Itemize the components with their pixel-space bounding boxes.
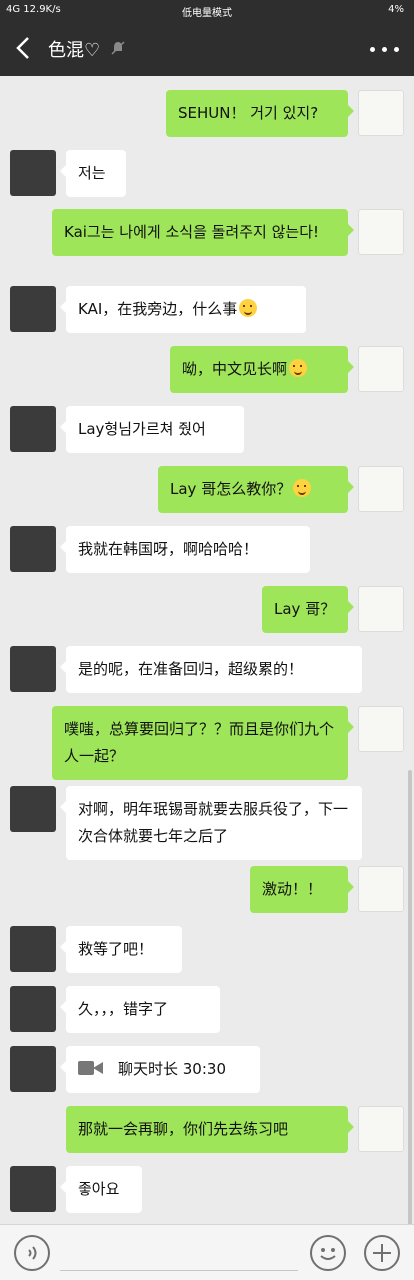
message-text: Lay 哥怎么教你？ <box>170 480 292 498</box>
message-bubble: 呦，中文见长啊 <box>170 346 354 393</box>
contact-avatar[interactable] <box>10 786 56 832</box>
contact-avatar[interactable] <box>10 150 56 196</box>
voice-input-button[interactable] <box>14 1235 50 1271</box>
video-camera-icon <box>78 1060 104 1076</box>
input-bar <box>0 1224 414 1280</box>
message-bubble: 救等了吧！ <box>60 926 182 973</box>
my-avatar[interactable] <box>358 586 404 632</box>
message-bubble: 저는 <box>60 150 126 197</box>
scrollbar[interactable] <box>408 770 412 1280</box>
chat-title: 色混♡ <box>48 40 101 61</box>
status-bar: 4G 12.9K/s 低电量模式 4% <box>0 0 414 20</box>
message-bubble: 激动！！ <box>250 866 354 913</box>
message-bubble: 是的呢，在准备回归，超级累的！ <box>60 646 362 693</box>
video-call-record[interactable]: 聊天时长 30:30 <box>60 1046 260 1093</box>
contact-avatar[interactable] <box>10 526 56 572</box>
message-text: KAI，在我旁边，什么事 <box>78 300 238 318</box>
message-bubble: 久，，，错字了 <box>60 986 220 1033</box>
message-bubble: SEHUN！ 거기 있지? <box>166 90 354 137</box>
message-bubble: Lay형님가르쳐 줬어 <box>60 406 244 453</box>
contact-avatar[interactable] <box>10 406 56 452</box>
contact-avatar[interactable] <box>10 1166 56 1212</box>
my-avatar[interactable] <box>358 1106 404 1152</box>
message-bubble: Lay 哥怎么教你？ <box>158 466 354 513</box>
my-avatar[interactable] <box>358 90 404 136</box>
battery-level: 4% <box>388 4 404 15</box>
contact-avatar[interactable] <box>10 1046 56 1092</box>
smiley-face-icon <box>320 1248 336 1260</box>
back-arrow-icon[interactable] <box>12 34 36 62</box>
voice-icon <box>28 1246 37 1260</box>
my-avatar[interactable] <box>358 346 404 392</box>
smile-emoji-icon <box>239 299 258 317</box>
chat-header: 色混♡ <box>0 20 414 76</box>
message-bubble: KAI，在我旁边，什么事 <box>60 286 306 333</box>
power-mode-label: 低电量模式 <box>182 8 232 19</box>
message-bubble: 噗嗤，总算要回归了？？而且是你们九个人一起？ <box>52 706 354 780</box>
message-bubble: Kai그는 나에게 소식을 돌려주지 않는다! <box>52 209 354 256</box>
contact-avatar[interactable] <box>10 286 56 332</box>
plus-icon <box>373 1244 391 1262</box>
contact-avatar[interactable] <box>10 926 56 972</box>
message-bubble: 我就在韩国呀，啊哈哈哈！ <box>60 526 310 573</box>
more-options-icon[interactable] <box>370 47 400 53</box>
message-bubble: Lay 哥？ <box>262 586 354 633</box>
my-avatar[interactable] <box>358 706 404 752</box>
contact-avatar[interactable] <box>10 646 56 692</box>
message-list[interactable]: SEHUN！ 거기 있지? 저는 Kai그는 나에게 소식을 돌려주지 않는다!… <box>0 76 414 1280</box>
contact-avatar[interactable] <box>10 986 56 1032</box>
more-functions-button[interactable] <box>364 1235 400 1271</box>
message-bubble: 좋아요 <box>60 1166 142 1213</box>
flushed-emoji-icon <box>293 479 312 497</box>
my-avatar[interactable] <box>358 209 404 255</box>
emoji-button[interactable] <box>310 1235 346 1271</box>
call-duration-text: 聊天时长 30:30 <box>118 1060 226 1078</box>
my-avatar[interactable] <box>358 866 404 912</box>
message-text: 呦，中文见长啊 <box>182 360 288 378</box>
message-input[interactable] <box>60 1233 298 1271</box>
message-bubble: 那就一会再聊，你们先去练习吧 <box>66 1106 354 1153</box>
mute-bell-icon <box>111 41 125 55</box>
message-bubble: 对啊，明年珉锡哥就要去服兵役了，下一次合体就要七年之后了 <box>60 786 362 860</box>
smirk-emoji-icon <box>289 359 308 377</box>
my-avatar[interactable] <box>358 466 404 512</box>
